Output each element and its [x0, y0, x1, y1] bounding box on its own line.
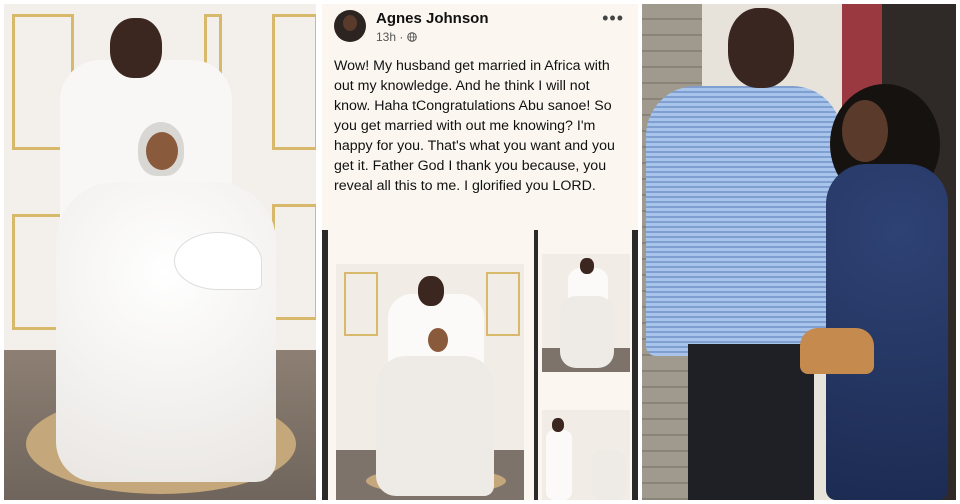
man-checked-shirt	[646, 86, 842, 356]
man-trousers	[688, 344, 814, 500]
post-image-thumb-bottom[interactable]	[542, 410, 630, 500]
bride-face	[146, 132, 178, 170]
image-border	[632, 230, 638, 500]
post-header: Agnes Johnson 13h · •••	[322, 4, 638, 48]
bride-lace-gown	[56, 182, 276, 482]
handbag	[800, 328, 874, 374]
post-image-main[interactable]	[336, 264, 524, 500]
wedding-photo	[4, 4, 316, 500]
man-head	[728, 8, 794, 88]
more-options-icon[interactable]: •••	[602, 8, 624, 29]
post-image-thumb-top[interactable]	[542, 254, 630, 372]
wall-panel	[272, 204, 316, 320]
separator: ·	[399, 30, 407, 44]
wall-panel	[272, 14, 316, 150]
image-border	[534, 230, 538, 500]
author-avatar[interactable]	[334, 10, 366, 42]
post-meta: 13h ·	[376, 30, 417, 44]
image-border	[322, 230, 328, 500]
woman-face	[842, 100, 888, 162]
globe-icon	[406, 32, 417, 42]
post-time[interactable]: 13h	[376, 30, 396, 44]
feather-fan	[174, 232, 262, 290]
post-text: Wow! My husband get married in Africa wi…	[334, 58, 615, 194]
couple-photo	[642, 4, 956, 500]
author-name[interactable]: Agnes Johnson	[376, 10, 489, 27]
groom-head	[110, 18, 162, 78]
facebook-post: Agnes Johnson 13h · ••• Wow! My husband …	[322, 4, 638, 500]
